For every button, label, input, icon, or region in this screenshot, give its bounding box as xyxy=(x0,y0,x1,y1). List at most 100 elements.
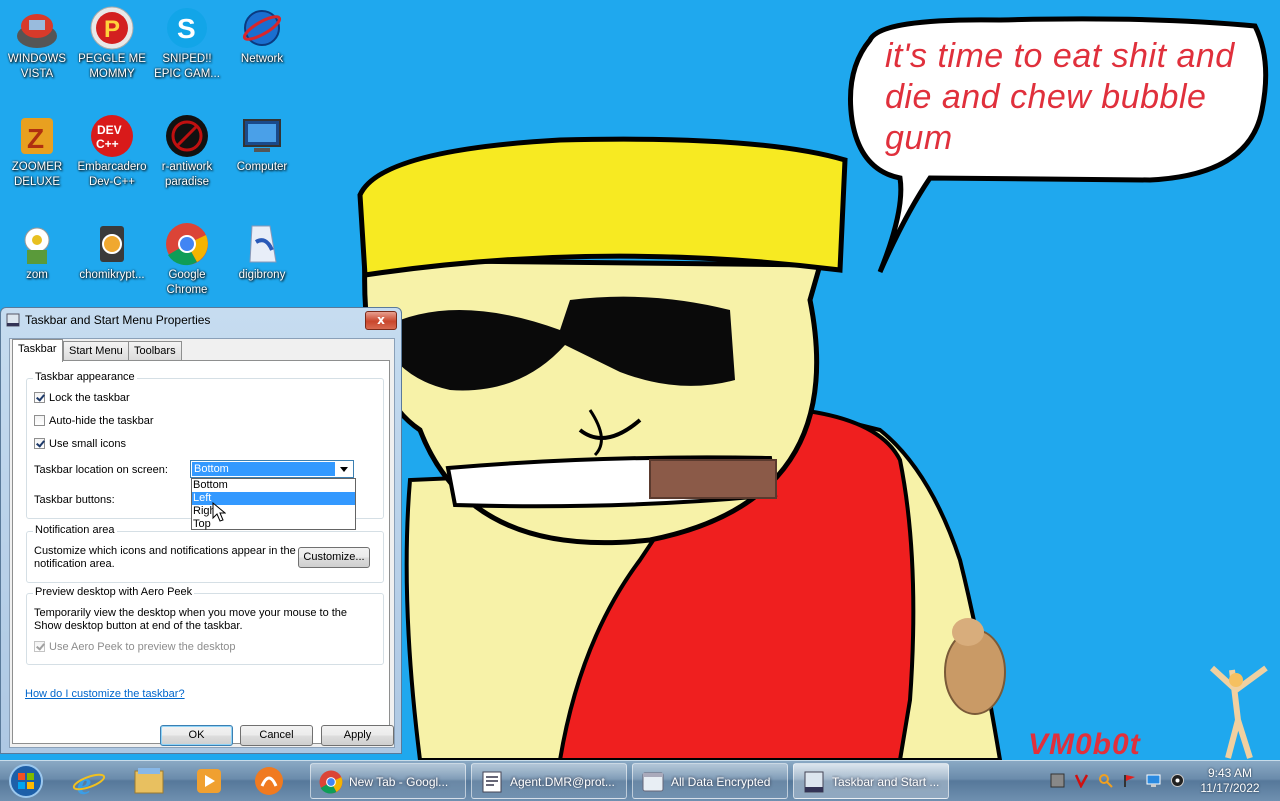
tray-app-icon[interactable] xyxy=(1050,773,1065,788)
chevron-down-icon[interactable] xyxy=(338,464,350,474)
desktop-icon-label: PEGGLE ME MOMMY xyxy=(78,53,146,80)
apply-button[interactable]: Apply xyxy=(321,725,394,746)
svg-text:DEV: DEV xyxy=(97,123,122,137)
taskbar-item-label: Taskbar and Start ... xyxy=(832,775,940,789)
volume-icon[interactable] xyxy=(1170,773,1185,788)
svg-text:C++: C++ xyxy=(96,137,119,151)
desktop-icon-digibrony[interactable]: digibrony xyxy=(225,216,299,283)
taskbar-item-notepad[interactable]: Agent.DMR@prot... xyxy=(471,763,627,799)
auto-hide-checkbox[interactable]: Auto-hide the taskbar xyxy=(34,415,154,427)
taskbar-props-icon xyxy=(6,313,20,327)
taskbar-item-taskbar-properties[interactable]: Taskbar and Start ... xyxy=(793,763,949,799)
checkbox-box[interactable] xyxy=(34,415,45,426)
notepad-icon xyxy=(482,771,502,793)
taskbar-properties-dialog: Taskbar and Start Menu Properties x Task… xyxy=(0,307,402,754)
aero-peek-description: Temporarily view the desktop when you mo… xyxy=(34,607,348,632)
action-center-flag-icon[interactable] xyxy=(1122,773,1137,788)
checkbox-box[interactable] xyxy=(34,438,45,449)
network-icon xyxy=(240,6,284,50)
taskbar-item-label: New Tab - Googl... xyxy=(349,775,449,789)
checkbox-box[interactable] xyxy=(34,392,45,403)
close-icon: x xyxy=(377,313,385,327)
desktop-icon-label: SNIPED!! EPIC GAM... xyxy=(154,53,220,80)
small-icons-checkbox[interactable]: Use small icons xyxy=(34,438,126,450)
dev-cpp-icon: DEV C++ xyxy=(90,114,134,158)
tab-taskbar[interactable]: Taskbar xyxy=(12,339,63,362)
tray-v-icon[interactable] xyxy=(1074,773,1089,788)
tab-start-menu[interactable]: Start Menu xyxy=(63,341,129,360)
window-icon xyxy=(642,772,664,792)
svg-text:P: P xyxy=(104,16,120,43)
customize-button[interactable]: Customize... xyxy=(298,547,370,568)
svg-text:Z: Z xyxy=(27,123,44,154)
desktop-icon-label: r-antiwork paradise xyxy=(161,161,213,188)
desktop-icon-label: ZOOMER DELUXE xyxy=(11,161,63,188)
wallpaper-signature: VM0b0t xyxy=(1028,728,1141,761)
desktop-icon-chomikrypt[interactable]: chomikrypt... xyxy=(75,216,149,283)
ok-button[interactable]: OK xyxy=(160,725,233,746)
media-player-icon[interactable] xyxy=(182,764,236,798)
taskbar-location-select[interactable]: Bottom xyxy=(190,460,354,478)
dialog-client-area: Taskbar Start Menu Toolbars Taskbar appe… xyxy=(9,338,395,748)
desktop-icon-zoomer[interactable]: Z ZOOMER DELUXE xyxy=(0,108,74,190)
desktop-icon-label: zom xyxy=(26,269,48,281)
desktop-icon-label: Embarcadero Dev-C++ xyxy=(77,161,147,188)
mouse-cursor-icon xyxy=(212,502,226,522)
zoomer-icon: Z xyxy=(15,114,59,158)
desktop-icon-label: Network xyxy=(240,53,284,65)
start-button[interactable] xyxy=(4,763,48,799)
computer-icon xyxy=(240,114,284,158)
clock-time: 9:43 AM xyxy=(1207,766,1253,780)
taskbar-item-label: Agent.DMR@prot... xyxy=(510,775,615,789)
desktop-icon-zom[interactable]: zom xyxy=(0,216,74,283)
digibrony-icon xyxy=(240,222,284,266)
dialog-title-bar[interactable]: Taskbar and Start Menu Properties x xyxy=(1,308,401,332)
close-button[interactable]: x xyxy=(365,311,397,330)
tab-toolbars[interactable]: Toolbars xyxy=(128,341,182,360)
clock-date: 11/17/2022 xyxy=(1200,781,1260,795)
group-title: Taskbar appearance xyxy=(33,371,137,383)
antiwork-icon xyxy=(165,114,209,158)
desktop-icon-computer[interactable]: Computer xyxy=(225,108,299,175)
group-title: Preview desktop with Aero Peek xyxy=(33,586,195,598)
desktop-icon-label: Google Chrome xyxy=(166,269,208,296)
notification-description: Customize which icons and notifications … xyxy=(34,545,296,570)
network-tray-icon[interactable] xyxy=(1146,773,1161,788)
desktop-icon-windows-vista[interactable]: WINDOWS VISTA xyxy=(0,0,74,82)
desktop-icon-antiwork[interactable]: r-antiwork paradise xyxy=(150,108,224,190)
desktop-icon-chrome[interactable]: Google Chrome xyxy=(150,216,224,298)
option-bottom[interactable]: Bottom xyxy=(192,479,355,492)
chrome-icon xyxy=(319,770,343,794)
cancel-button[interactable]: Cancel xyxy=(240,725,313,746)
taskbar-item-label: All Data Encrypted xyxy=(671,775,771,789)
chomikrypt-icon xyxy=(90,222,134,266)
taskbar: e New Tab - Googl... Agent.DMR@prot... A… xyxy=(0,760,1280,801)
speech-bubble-text: it's time to eat shit and die and chew b… xyxy=(885,37,1235,157)
taskbar-location-value: Bottom xyxy=(192,462,335,476)
tray-search-icon[interactable] xyxy=(1098,773,1113,788)
taskbar-props-icon xyxy=(804,771,824,793)
internet-explorer-icon[interactable]: e xyxy=(62,764,116,798)
desktop-icon-network[interactable]: Network xyxy=(225,0,299,67)
desktop-icon-sniped[interactable]: S SNIPED!! EPIC GAM... xyxy=(150,0,224,82)
help-link[interactable]: How do I customize the taskbar? xyxy=(25,688,185,700)
taskbar-buttons-label: Taskbar buttons: xyxy=(34,494,115,506)
zom-icon xyxy=(15,222,59,266)
taskbar-item-all-data-encrypted[interactable]: All Data Encrypted xyxy=(632,763,788,799)
peggle-icon: P xyxy=(90,6,134,50)
chrome-icon xyxy=(165,222,209,266)
system-clock[interactable]: 9:43 AM 11/17/2022 xyxy=(1192,766,1268,796)
aero-peek-checkbox[interactable]: Use Aero Peek to preview the desktop xyxy=(34,641,236,653)
desktop-icon-dev-cpp[interactable]: DEV C++ Embarcadero Dev-C++ xyxy=(75,108,149,190)
lock-taskbar-checkbox[interactable]: Lock the taskbar xyxy=(34,392,130,404)
windows-vista-icon xyxy=(15,6,59,50)
dialog-title: Taskbar and Start Menu Properties xyxy=(25,313,211,327)
checkbox-box[interactable] xyxy=(34,641,45,652)
file-explorer-icon[interactable] xyxy=(122,764,176,798)
desktop-icon-peggle[interactable]: P PEGGLE ME MOMMY xyxy=(75,0,149,82)
taskbar-item-chrome[interactable]: New Tab - Googl... xyxy=(310,763,466,799)
desktop-icon-label: WINDOWS VISTA xyxy=(7,53,67,80)
uc-browser-icon[interactable] xyxy=(242,764,296,798)
desktop-icon-label: digibrony xyxy=(238,269,286,281)
group-title: Notification area xyxy=(33,524,117,536)
